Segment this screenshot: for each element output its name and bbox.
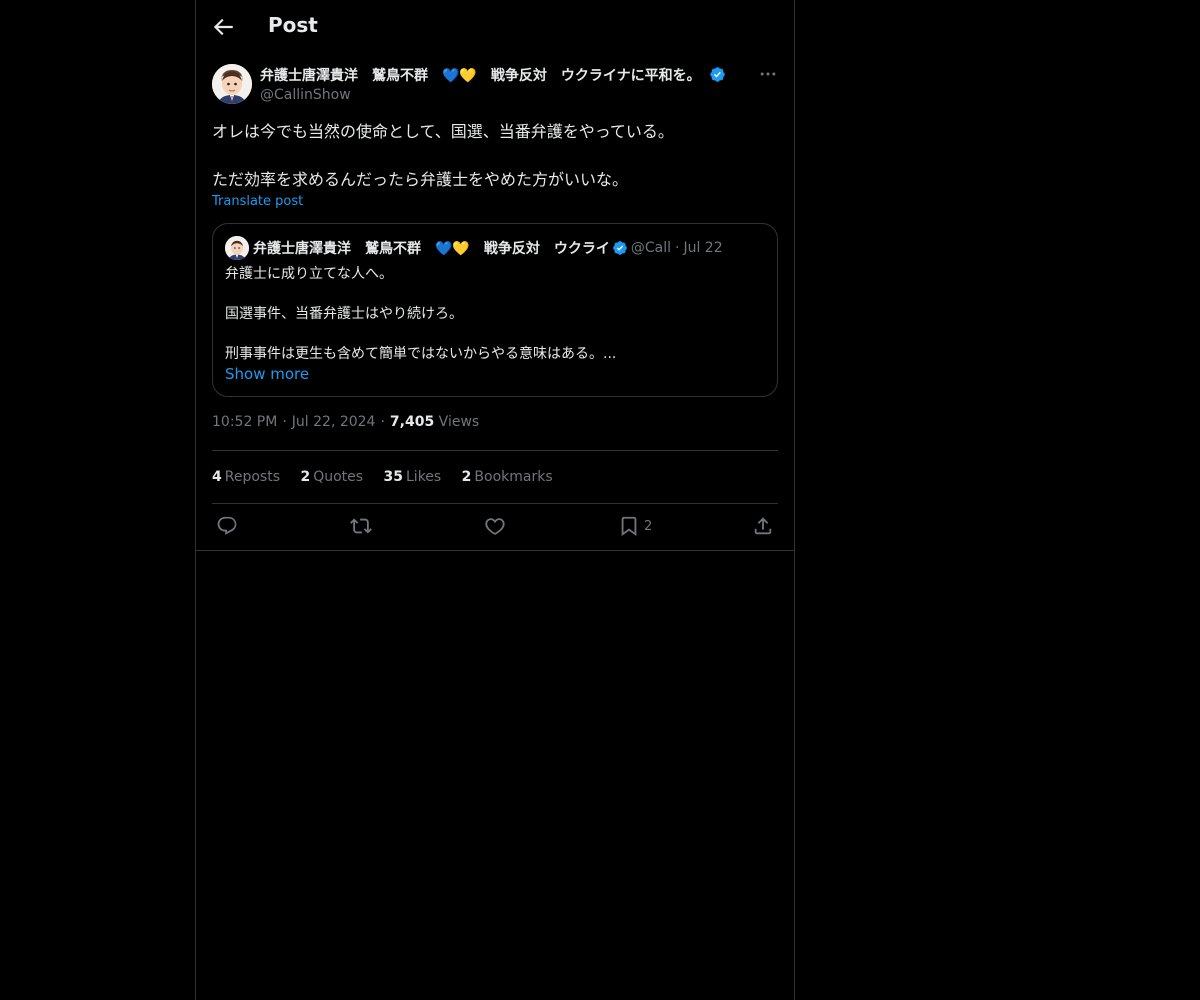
divider [212, 450, 778, 451]
divider [212, 503, 778, 504]
author-display-name[interactable]: 弁護士唐澤貴洋 鷲鳥不群 💙💛 戦争反対 ウクライナに平和を。 [260, 65, 701, 85]
bookmarks-count: 2 [461, 469, 472, 485]
tweet-text-line: オレは今でも当然の使命として、国選、当番弁護をやっている。 [212, 122, 674, 141]
quoted-header: 弁護士唐澤貴洋 鷲鳥不群 💙💛 戦争反対 ウクライ @Call · Jul 22 [253, 238, 765, 258]
quotes-count: 2 [300, 469, 311, 485]
reply-button[interactable] [216, 515, 238, 537]
quotes-stat[interactable]: 2 Quotes [300, 469, 363, 485]
engagement-stats: 4 Reposts 2 Quotes 35 Likes 2 Bookmarks [212, 469, 569, 485]
avatar-illustration [225, 236, 249, 260]
meta-separator: · [380, 414, 385, 430]
quoted-text-line: 国選事件、当番弁護士はやり続けろ。 [225, 306, 463, 322]
likes-label: Likes [406, 469, 442, 485]
quoted-text-line: 弁護士に成り立てな人へ。 [225, 266, 393, 282]
bookmarks-stat[interactable]: 2 Bookmarks [462, 469, 553, 485]
bookmark-button[interactable]: 2 [618, 515, 652, 537]
verified-badge-icon [709, 67, 725, 82]
bookmark-icon [621, 516, 637, 537]
meta-separator: · [282, 414, 287, 430]
avatar-illustration [212, 64, 252, 104]
action-bar: 2 [212, 515, 778, 539]
tweet-time[interactable]: 10:52 PM [212, 414, 277, 430]
quoted-text: 弁護士に成り立てな人へ。 国選事件、当番弁護士はやり続けろ。 刑事事件は更生も含… [225, 264, 765, 364]
avatar[interactable] [212, 64, 252, 104]
verified-badge-icon [613, 241, 627, 255]
quotes-label: Quotes [313, 469, 364, 485]
like-button[interactable] [484, 515, 506, 537]
heart-icon [485, 518, 505, 535]
more-horizontal-icon [760, 72, 776, 76]
quoted-avatar [225, 236, 249, 260]
quoted-text-line: 刑事事件は更生も含めて簡単ではないからやる意味はある。... [225, 346, 617, 362]
quoted-handle: @Call [630, 240, 672, 256]
author-handle[interactable]: @CallinShow [260, 87, 770, 103]
bookmarks-label: Bookmarks [474, 469, 553, 485]
share-icon [754, 517, 772, 535]
quoted-display-name: 弁護士唐澤貴洋 鷲鳥不群 💙💛 戦争反対 ウクライ [253, 241, 610, 257]
quoted-tweet[interactable]: 弁護士唐澤貴洋 鷲鳥不群 💙💛 戦争反対 ウクライ @Call · Jul 22 弁… [212, 223, 778, 397]
tweet-text-line: ただ効率を求めるんだったら弁護士をやめた方がいいな。 [212, 170, 629, 189]
quoted-date: Jul 22 [683, 240, 723, 256]
views-count: 7,405 [389, 414, 435, 430]
more-options-button[interactable] [758, 64, 778, 84]
author-block: 弁護士唐澤貴洋 鷲鳥不群 💙💛 戦争反対 ウクライナに平和を。 @CallinS… [260, 64, 770, 103]
likes-stat[interactable]: 35 Likes [384, 469, 442, 485]
primary-column: Post 弁護士唐澤貴洋 鷲鳥不群 💙💛 戦争反対 ウクライナに平和を。 @Ca… [195, 0, 795, 1000]
quoted-separator: · [675, 240, 680, 256]
likes-count: 35 [383, 469, 403, 485]
tweet-meta: 10:52 PM · Jul 22, 2024 · 7,405 Views [212, 414, 479, 430]
divider [196, 550, 794, 551]
share-button[interactable] [752, 515, 774, 537]
reposts-label: Reposts [224, 469, 280, 485]
arrow-left-icon [213, 18, 233, 36]
tweet-text: オレは今でも当然の使命として、国選、当番弁護をやっている。 ただ効率を求めるんだ… [212, 120, 778, 192]
show-more-link[interactable]: Show more [225, 365, 309, 383]
repost-button[interactable] [350, 515, 372, 537]
page-header: Post [196, 0, 794, 53]
page-title: Post [268, 13, 318, 37]
reply-icon [217, 516, 237, 535]
translate-post-link[interactable]: Translate post [212, 194, 303, 209]
reposts-count: 4 [212, 469, 222, 485]
reposts-stat[interactable]: 4 Reposts [212, 469, 280, 485]
bookmark-count: 2 [644, 518, 653, 534]
repost-icon [350, 518, 372, 534]
back-button[interactable] [210, 14, 236, 40]
tweet-date[interactable]: Jul 22, 2024 [292, 414, 376, 430]
views-label: Views [438, 414, 480, 430]
